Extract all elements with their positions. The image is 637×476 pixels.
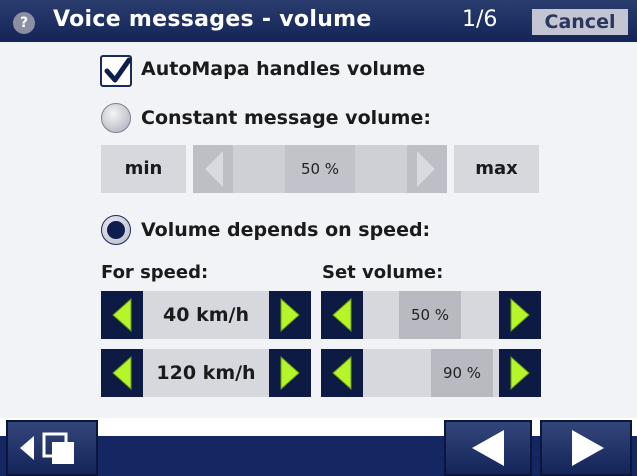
speed1-increase-button[interactable] xyxy=(269,291,311,339)
arrow-right-icon xyxy=(280,355,300,391)
menu-back-button[interactable] xyxy=(6,420,98,476)
title-bar: ? Voice messages - volume 1/6 Cancel xyxy=(0,0,637,42)
previous-button[interactable] xyxy=(444,420,532,476)
volume2-thumb[interactable]: 90 % xyxy=(431,349,493,397)
cancel-button[interactable]: Cancel xyxy=(532,9,628,35)
automapa-volume-checkbox[interactable] xyxy=(100,55,132,87)
volume1-slider[interactable]: 50 % xyxy=(363,291,499,339)
slider-thumb[interactable]: 50 % xyxy=(285,145,355,193)
arrow-left-icon xyxy=(112,355,132,391)
arrow-right-icon xyxy=(510,297,530,333)
constant-volume-radio[interactable] xyxy=(101,103,131,133)
min-button[interactable]: min xyxy=(101,145,186,193)
slider-left-button[interactable] xyxy=(193,145,233,193)
set-volume-label: Set volume: xyxy=(322,262,444,283)
arrow-left-icon xyxy=(332,297,352,333)
arrow-left-icon xyxy=(112,297,132,333)
automapa-volume-label: AutoMapa handles volume xyxy=(141,58,426,80)
arrow-right-icon xyxy=(572,430,604,466)
arrow-left-icon xyxy=(332,355,352,391)
volume2-decrease-button[interactable] xyxy=(321,349,363,397)
next-button[interactable] xyxy=(540,420,632,476)
arrow-right-icon xyxy=(417,151,435,187)
volume1-decrease-button[interactable] xyxy=(321,291,363,339)
arrow-right-icon xyxy=(510,355,530,391)
volume1-thumb[interactable]: 50 % xyxy=(399,291,461,339)
constant-volume-label: Constant message volume: xyxy=(141,107,431,129)
speed1-decrease-button[interactable] xyxy=(101,291,143,339)
speed-volume-radio[interactable] xyxy=(101,215,131,245)
speed2-value: 120 km/h xyxy=(143,349,269,397)
page-title: Voice messages - volume xyxy=(53,7,372,32)
arrow-left-icon xyxy=(472,430,504,466)
help-icon[interactable]: ? xyxy=(13,12,35,34)
speed-volume-label: Volume depends on speed: xyxy=(141,219,431,241)
constant-volume-slider[interactable]: 50 % xyxy=(193,145,447,193)
checkmark-icon xyxy=(104,57,132,83)
window-back-icon xyxy=(20,432,74,464)
page-indicator: 1/6 xyxy=(462,7,498,32)
volume2-slider[interactable]: 90 % xyxy=(363,349,499,397)
speed2-increase-button[interactable] xyxy=(269,349,311,397)
max-button[interactable]: max xyxy=(454,145,539,193)
arrow-left-icon xyxy=(205,151,223,187)
speed1-value: 40 km/h xyxy=(143,291,269,339)
speed2-decrease-button[interactable] xyxy=(101,349,143,397)
slider-right-button[interactable] xyxy=(407,145,447,193)
volume1-increase-button[interactable] xyxy=(499,291,541,339)
volume2-increase-button[interactable] xyxy=(499,349,541,397)
arrow-right-icon xyxy=(280,297,300,333)
for-speed-label: For speed: xyxy=(101,262,209,283)
